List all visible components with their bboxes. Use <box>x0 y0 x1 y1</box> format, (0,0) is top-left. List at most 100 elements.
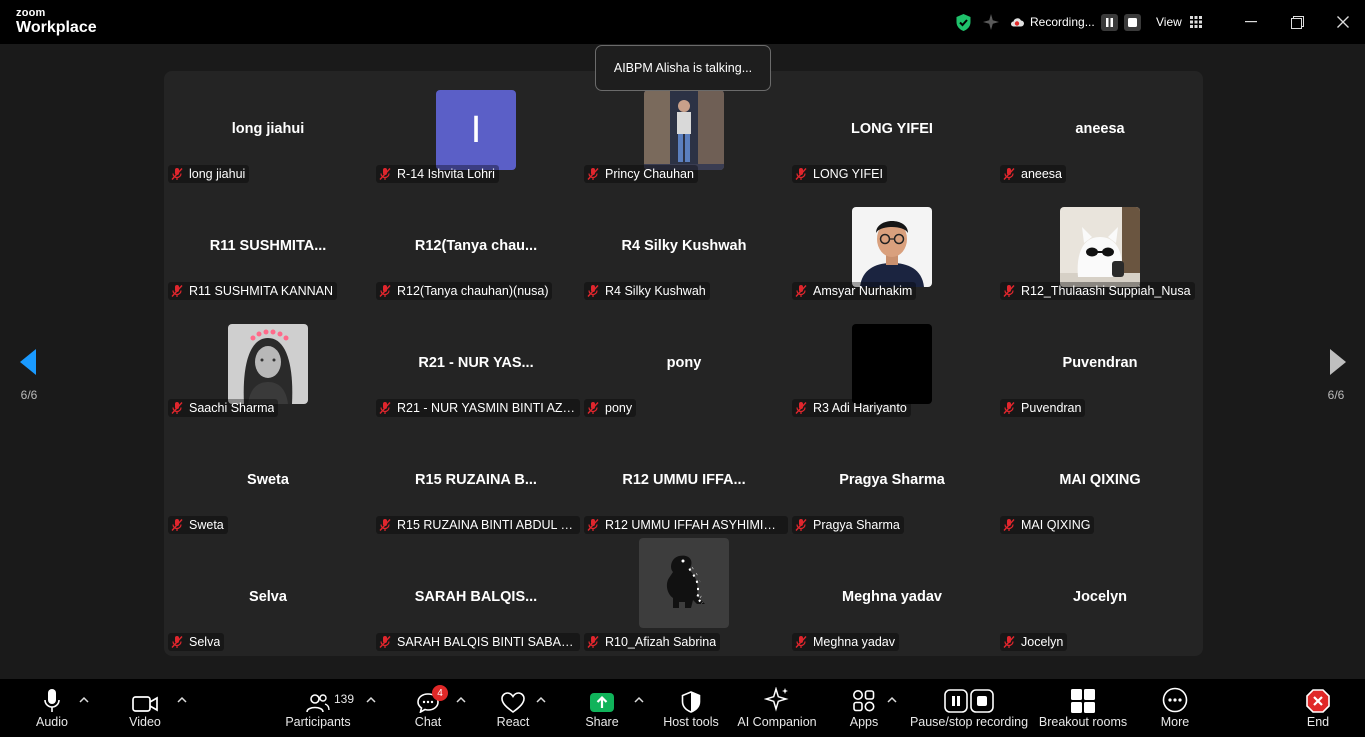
chat-label: Chat <box>414 715 442 729</box>
participant-tile[interactable]: R12(Tanya chau... R12(Tanya chauhan)(nusa… <box>372 188 580 305</box>
participant-name: R-14 Ishvita Lohri <box>397 167 495 181</box>
muted-microphone-icon <box>794 401 808 415</box>
muted-microphone-icon <box>170 401 184 415</box>
react-button[interactable]: React <box>494 679 532 737</box>
participant-tile[interactable]: R3 Adi Hariyanto <box>788 305 996 422</box>
apps-options-chevron-icon[interactable] <box>886 695 898 705</box>
video-options-chevron-icon[interactable] <box>176 695 188 705</box>
audio-button[interactable]: Audio <box>30 679 74 737</box>
brand-top: zoom <box>16 7 46 19</box>
participant-name: R10_Afizah Sabrina <box>605 635 717 649</box>
participant-name-label: Selva <box>168 633 225 651</box>
participant-tile[interactable]: Sweta Sweta <box>164 422 372 539</box>
previous-page-button[interactable]: 6/6 <box>0 318 58 408</box>
participant-tile[interactable]: Puvendran Puvendran <box>996 305 1204 422</box>
encryption-shield-icon[interactable] <box>955 0 972 44</box>
participant-name: long jiahui <box>189 167 246 181</box>
participant-name-label: R3 Adi Hariyanto <box>792 399 911 417</box>
participants-button[interactable]: Participants <box>282 679 354 737</box>
participant-tile[interactable]: R4 Silky Kushwah R4 Silky Kushwah <box>580 188 788 305</box>
participant-name: Sweta <box>189 518 224 532</box>
participant-name: R12_Thulaashi Suppiah_Nusa <box>1021 284 1191 298</box>
pause-recording-icon[interactable] <box>1100 13 1118 31</box>
muted-microphone-icon <box>586 518 600 532</box>
end-label: End <box>1306 715 1330 729</box>
apps-button[interactable]: Apps <box>846 679 882 737</box>
minimize-icon[interactable] <box>1229 0 1273 44</box>
participant-tile[interactable]: LONG YIFEI LONG YIFEI <box>788 71 996 188</box>
participant-display-name: MAI QIXING <box>1059 472 1141 488</box>
participant-tile[interactable]: Jocelyn Jocelyn <box>996 539 1204 656</box>
zoom-meeting-window: zoom Workplace Recording... View 6/6 6/6 <box>0 0 1365 737</box>
participant-tile[interactable]: R15 RUZAINA B... R15 RUZAINA BINTI ABDUL … <box>372 422 580 539</box>
more-options-icon <box>1162 687 1188 713</box>
ai-sparkle-icon[interactable] <box>982 0 1000 44</box>
participant-tile[interactable]: aneesa aneesa <box>996 71 1204 188</box>
participant-display-name: LONG YIFEI <box>851 121 933 137</box>
video-button[interactable]: Video <box>124 679 166 737</box>
muted-microphone-icon <box>794 167 808 181</box>
participant-name-label: SARAH BALQIS BINTI SABARU... <box>376 633 580 651</box>
participant-dinosaur-avatar <box>639 538 729 628</box>
host-shield-icon <box>681 691 701 713</box>
participant-letter-avatar: I <box>436 90 516 170</box>
video-gallery: long jiahui long jiahui I R-14 Ishvita Lohr… <box>164 71 1203 656</box>
breakout-rooms-button[interactable]: Breakout rooms <box>1038 679 1128 737</box>
audio-options-chevron-icon[interactable] <box>78 695 90 705</box>
participant-tile[interactable]: pony pony <box>580 305 788 422</box>
participants-icon <box>306 694 330 713</box>
participant-tile[interactable]: long jiahui long jiahui <box>164 71 372 188</box>
participant-display-name: Sweta <box>247 472 289 488</box>
participant-tile[interactable]: R12_Thulaashi Suppiah_Nusa <box>996 188 1204 305</box>
participants-options-chevron-icon[interactable] <box>365 695 377 705</box>
chat-unread-badge: 4 <box>432 685 448 701</box>
participant-tile[interactable]: Selva Selva <box>164 539 372 656</box>
participant-tile[interactable]: R11 SUSHMITA... R11 SUSHMITA KANNAN <box>164 188 372 305</box>
participant-tile[interactable]: R21 - NUR YAS... R21 - NUR YASMIN BINTI A… <box>372 305 580 422</box>
participant-display-name: Puvendran <box>1062 355 1138 371</box>
participant-name: SARAH BALQIS BINTI SABARU... <box>397 635 576 649</box>
close-icon[interactable] <box>1321 0 1365 44</box>
participant-tile[interactable]: SARAH BALQIS... SARAH BALQIS BINTI SABARU… <box>372 539 580 656</box>
title-bar: zoom Workplace Recording... View <box>0 0 1365 44</box>
muted-microphone-icon <box>586 167 600 181</box>
pause-stop-recording-button[interactable]: Pause/stop recording <box>910 679 1028 737</box>
muted-microphone-icon <box>586 401 600 415</box>
video-camera-icon <box>132 696 158 712</box>
recording-indicator[interactable]: Recording... <box>1010 0 1141 44</box>
recording-status: Recording... <box>1030 15 1095 29</box>
muted-microphone-icon <box>170 284 184 298</box>
participant-tile[interactable]: I R-14 Ishvita Lohri <box>372 71 580 188</box>
participant-name: Jocelyn <box>1021 635 1064 649</box>
share-button[interactable]: Share <box>583 679 621 737</box>
participant-tile[interactable]: Pragya Sharma Pragya Sharma <box>788 422 996 539</box>
muted-microphone-icon <box>378 401 392 415</box>
restore-icon[interactable] <box>1275 0 1319 44</box>
participant-tile[interactable]: R10_Afizah Sabrina <box>580 538 788 656</box>
share-options-chevron-icon[interactable] <box>633 695 645 705</box>
participant-name: Amsyar Nurhakim <box>813 284 913 298</box>
ai-companion-button[interactable]: AI Companion <box>736 679 818 737</box>
brand-bottom: Workplace <box>16 19 97 36</box>
participant-name: R21 - NUR YASMIN BINTI AZA... <box>397 401 576 415</box>
next-page-button[interactable]: 6/6 <box>1307 318 1365 408</box>
stop-recording-icon[interactable] <box>1123 13 1141 31</box>
participant-display-name: R15 RUZAINA B... <box>415 472 537 488</box>
video-label: Video <box>129 715 161 729</box>
participant-tile[interactable]: Saachi Sharma <box>164 305 372 422</box>
apps-label: Apps <box>849 715 879 729</box>
participant-tile[interactable]: R12 UMMU IFFA... R12 UMMU IFFAH ASYHIMIE … <box>580 422 788 539</box>
cloud-recording-icon <box>1011 18 1024 27</box>
pause-stop-recording-icon <box>944 689 994 713</box>
host-tools-button[interactable]: Host tools <box>660 679 722 737</box>
participant-tile[interactable]: Amsyar Nurhakim <box>788 188 996 305</box>
more-button[interactable]: More <box>1155 679 1195 737</box>
view-button[interactable]: View <box>1156 0 1202 44</box>
participant-name-label: R12(Tanya chauhan)(nusa) <box>376 282 553 300</box>
chat-options-chevron-icon[interactable] <box>455 695 467 705</box>
participant-name-label: Amsyar Nurhakim <box>792 282 917 300</box>
react-options-chevron-icon[interactable] <box>535 695 547 705</box>
end-meeting-button[interactable]: End <box>1298 679 1338 737</box>
participant-tile[interactable]: MAI QIXING MAI QIXING <box>996 422 1204 539</box>
participant-tile[interactable]: Meghna yadav Meghna yadav <box>788 539 996 656</box>
